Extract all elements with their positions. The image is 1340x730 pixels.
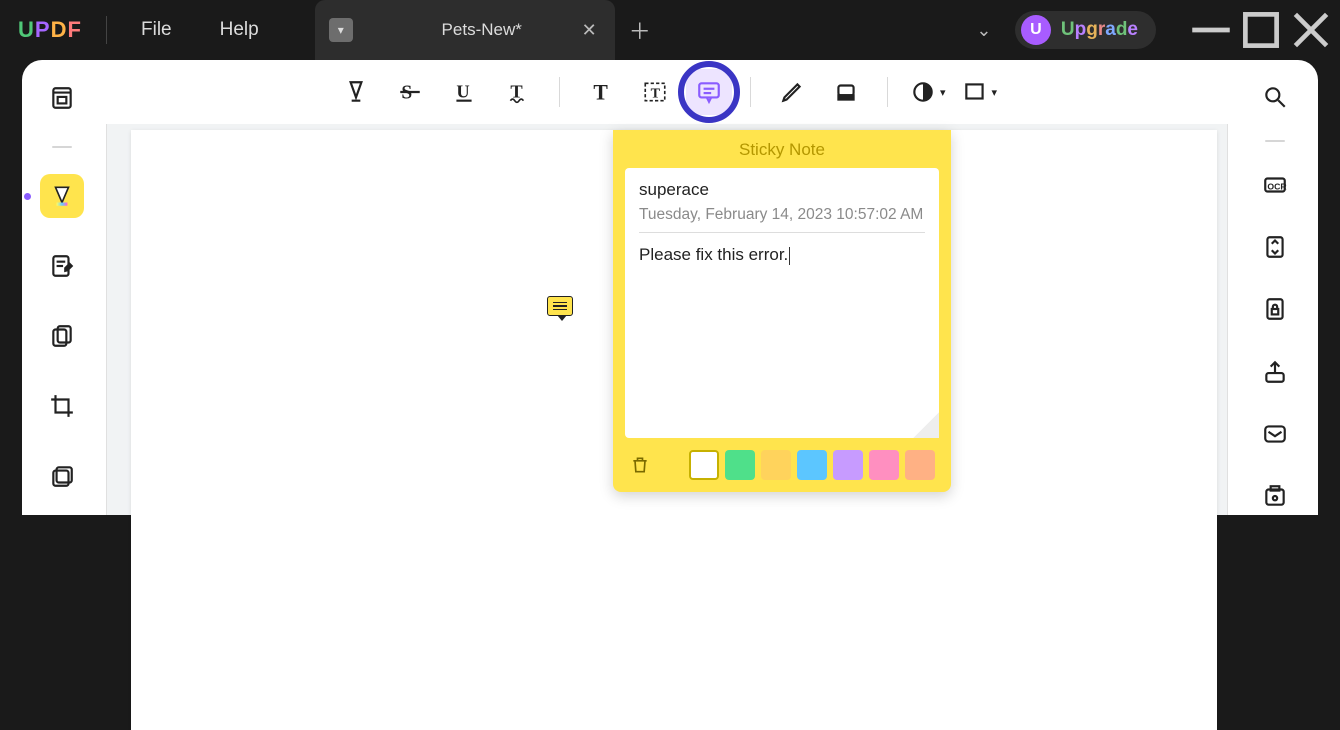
- squiggly-tool[interactable]: T: [495, 69, 541, 115]
- sticky-note-author: superace: [639, 180, 925, 200]
- separator: [750, 77, 751, 107]
- svg-text:T: T: [593, 81, 608, 105]
- separator: [887, 77, 888, 107]
- tab-close-icon[interactable]: ✕: [582, 20, 597, 41]
- menu-file[interactable]: File: [117, 19, 196, 41]
- separator: [52, 146, 72, 148]
- shape-tool[interactable]: ▾: [958, 69, 1002, 115]
- new-tab-button[interactable]: ＋: [615, 0, 665, 60]
- stamp-tool[interactable]: ▾: [906, 69, 950, 115]
- convert-button[interactable]: [1253, 228, 1297, 266]
- window-maximize-icon[interactable]: [1236, 10, 1286, 50]
- underline-tool[interactable]: U: [441, 69, 487, 115]
- text-tool[interactable]: T: [578, 69, 624, 115]
- edit-mode-button[interactable]: [40, 244, 84, 288]
- sticky-note-marker[interactable]: [547, 296, 573, 316]
- svg-text:OCR: OCR: [1267, 181, 1287, 191]
- sticky-note-body[interactable]: Please fix this error.: [639, 245, 790, 265]
- tools-mode-button[interactable]: [40, 454, 84, 498]
- sticky-note-popup: Sticky Note superace Tuesday, February 1…: [613, 130, 951, 492]
- svg-text:U: U: [456, 81, 469, 101]
- separator: [559, 77, 560, 107]
- comment-mode-button[interactable]: [40, 174, 84, 218]
- window-close-icon[interactable]: [1286, 10, 1336, 50]
- center-column: S U T T T ▾ ▾ Sti: [102, 60, 1232, 515]
- window-minimize-icon[interactable]: [1186, 10, 1236, 50]
- svg-text:T: T: [651, 85, 661, 101]
- color-swatch-pink[interactable]: [869, 450, 899, 480]
- protect-button[interactable]: [1253, 290, 1297, 328]
- color-swatch-blue[interactable]: [797, 450, 827, 480]
- separator: [106, 16, 107, 44]
- menu-help[interactable]: Help: [196, 19, 283, 41]
- search-button[interactable]: [1253, 78, 1297, 116]
- crop-mode-button[interactable]: [40, 384, 84, 428]
- reader-mode-button[interactable]: [40, 76, 84, 120]
- annotation-toolbar: S U T T T ▾ ▾: [102, 60, 1232, 124]
- strikethrough-tool[interactable]: S: [387, 69, 433, 115]
- tab-menu-icon[interactable]: ▾: [329, 18, 353, 42]
- sticky-note-date: Tuesday, February 14, 2023 10:57:02 AM: [639, 206, 925, 233]
- user-badge: U: [1021, 15, 1051, 45]
- sticky-note-footer: [625, 450, 939, 480]
- save-button[interactable]: [1253, 477, 1297, 515]
- color-swatch-yellow[interactable]: [761, 450, 791, 480]
- highlighter-tool[interactable]: [333, 69, 379, 115]
- workspace: S U T T T ▾ ▾ Sti: [22, 60, 1318, 515]
- pdf-page[interactable]: Sticky Note superace Tuesday, February 1…: [131, 130, 1217, 730]
- eraser-tool[interactable]: [823, 69, 869, 115]
- left-sidebar: [22, 60, 102, 515]
- tab-title: Pets-New*: [393, 20, 601, 40]
- email-button[interactable]: [1253, 415, 1297, 453]
- document-canvas[interactable]: Sticky Note superace Tuesday, February 1…: [106, 124, 1228, 515]
- color-swatch-white[interactable]: [689, 450, 719, 480]
- title-bar: UPDF File Help ▾ Pets-New* ✕ ＋ ⌄ U Upgra…: [0, 0, 1340, 60]
- organize-pages-button[interactable]: [40, 314, 84, 358]
- separator: [1265, 140, 1285, 142]
- chevron-down-icon: ▾: [940, 86, 946, 99]
- pencil-tool[interactable]: [769, 69, 815, 115]
- sticky-note-tool[interactable]: [686, 69, 732, 115]
- page-fold-icon: [913, 412, 939, 438]
- color-swatch-green[interactable]: [725, 450, 755, 480]
- share-button[interactable]: [1253, 352, 1297, 390]
- color-swatch-orange[interactable]: [905, 450, 935, 480]
- upgrade-button[interactable]: U Upgrade: [1015, 11, 1156, 49]
- sticky-note-title: Sticky Note: [625, 140, 939, 160]
- active-indicator: [24, 193, 31, 200]
- right-sidebar: OCR: [1232, 60, 1318, 515]
- app-logo: UPDF: [4, 17, 96, 43]
- chevron-down-icon: ▾: [992, 86, 998, 99]
- delete-note-button[interactable]: [625, 450, 655, 480]
- color-swatch-purple[interactable]: [833, 450, 863, 480]
- document-tab[interactable]: ▾ Pets-New* ✕: [315, 0, 615, 60]
- textbox-tool[interactable]: T: [632, 69, 678, 115]
- sticky-note-card: superace Tuesday, February 14, 2023 10:5…: [625, 168, 939, 438]
- tabs-overflow-icon[interactable]: ⌄: [959, 20, 1009, 41]
- ocr-button[interactable]: OCR: [1253, 166, 1297, 204]
- upgrade-label: Upgrade: [1061, 19, 1138, 41]
